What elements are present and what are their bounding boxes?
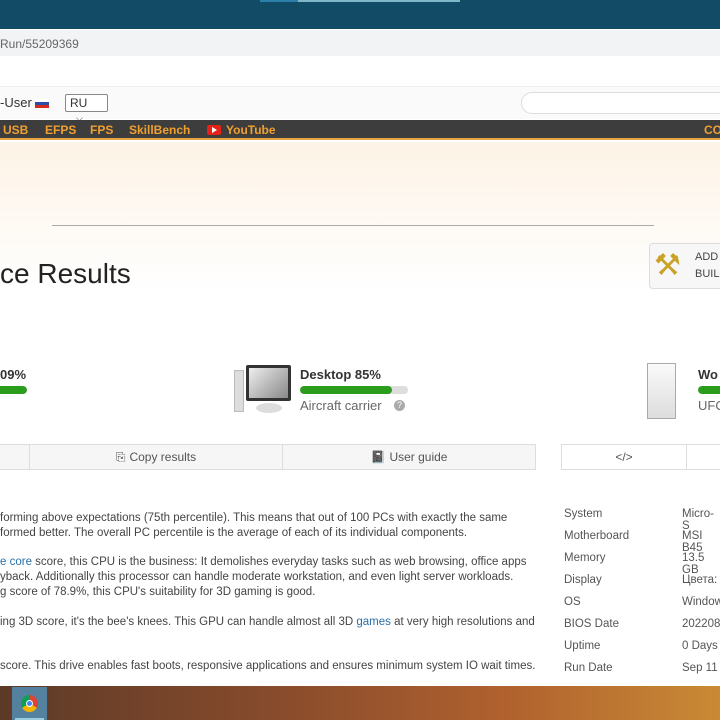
browser-tab-active-indicator bbox=[260, 0, 298, 2]
spec-value: Цвета: bbox=[682, 574, 718, 586]
youtube-label: YouTube bbox=[226, 123, 276, 137]
spec-value: MSI B45 bbox=[682, 530, 703, 554]
spec-key: Run Date bbox=[564, 662, 613, 674]
score-sub: Aircraft carrier bbox=[300, 398, 382, 413]
spec-value: Micro-S bbox=[682, 508, 714, 532]
core-link[interactable]: e core bbox=[0, 556, 32, 568]
spec-value: 13.5 GB bbox=[682, 552, 705, 576]
nav-fps[interactable]: FPS bbox=[90, 123, 113, 137]
youtube-icon bbox=[207, 125, 221, 135]
text-line: formed better. The overall PC percentile… bbox=[0, 527, 468, 539]
tab-button[interactable] bbox=[686, 444, 720, 470]
spec-key: OS bbox=[564, 596, 581, 608]
text-line: forming above expectations (75th percent… bbox=[0, 512, 508, 524]
tools-icon: ⚒ bbox=[654, 249, 681, 282]
nav-efps[interactable]: EFPS bbox=[45, 123, 76, 137]
nav-youtube[interactable]: YouTube bbox=[207, 123, 276, 137]
text-line: at very high resolutions and bbox=[390, 616, 535, 628]
copy-icon: ⎘ bbox=[115, 449, 126, 464]
browser-tab-strip bbox=[0, 0, 720, 29]
spec-key: Display bbox=[564, 574, 602, 586]
address-bar[interactable]: Run/55209369 bbox=[0, 30, 720, 56]
text-line: ing 3D score, it's the bee's knees. This… bbox=[0, 616, 357, 628]
add-build-button[interactable]: ⚒ ADD BUIL bbox=[649, 243, 720, 289]
language-select[interactable]: RU ⌵ bbox=[65, 94, 108, 123]
help-icon[interactable]: ? bbox=[394, 400, 405, 411]
chrome-taskbar-button[interactable] bbox=[12, 687, 47, 720]
summary-paragraph: forming above expectations (75th percent… bbox=[0, 511, 540, 541]
share-button[interactable] bbox=[0, 444, 30, 470]
spec-value: 0 Days bbox=[682, 640, 718, 652]
tower-pc-icon bbox=[647, 363, 676, 419]
user-text: -User bbox=[0, 95, 32, 110]
drive-paragraph: score. This drive enables fast boots, re… bbox=[0, 660, 536, 672]
page-title: ce Results bbox=[0, 258, 131, 289]
main-nav: USB EFPS FPS SkillBench YouTube CO bbox=[0, 120, 720, 140]
desktop-icon bbox=[234, 365, 294, 415]
spec-value: Window bbox=[682, 596, 720, 608]
score-bar bbox=[0, 386, 27, 394]
url-text: Run/55209369 bbox=[0, 37, 79, 51]
divider bbox=[52, 225, 654, 226]
nav-right-item[interactable]: CO bbox=[704, 123, 720, 137]
add-build-line2: BUIL bbox=[695, 268, 720, 280]
taskbar bbox=[0, 686, 720, 720]
book-icon: 📓 bbox=[370, 450, 386, 464]
text-line: g score of 78.9%, this CPU's suitability… bbox=[0, 586, 316, 598]
cpu-paragraph: e core score, this CPU is the business: … bbox=[0, 555, 540, 600]
spec-key: BIOS Date bbox=[564, 618, 619, 630]
search-input[interactable] bbox=[521, 92, 720, 114]
nav-skillbench[interactable]: SkillBench bbox=[129, 123, 190, 137]
spec-value: 2022080 bbox=[682, 618, 720, 630]
text-line: yback. Additionally this processor can h… bbox=[0, 571, 514, 583]
guide-label: User guide bbox=[389, 450, 448, 464]
score-sub: UFO bbox=[698, 398, 720, 413]
text-line: score, this CPU is the business: It demo… bbox=[31, 556, 527, 568]
chrome-icon bbox=[21, 695, 38, 712]
embed-icon: </> bbox=[615, 450, 633, 464]
score-bar bbox=[300, 386, 408, 394]
nav-usb[interactable]: USB bbox=[3, 123, 28, 137]
score-label: 09% bbox=[0, 367, 27, 382]
copy-results-button[interactable]: ⎘ Copy results bbox=[29, 444, 283, 470]
score-label: Desktop 85% bbox=[300, 367, 381, 382]
gpu-paragraph: ing 3D score, it's the bee's knees. This… bbox=[0, 615, 540, 630]
spec-value: Sep 11 bbox=[682, 662, 718, 674]
spec-key: Uptime bbox=[564, 640, 601, 652]
russia-flag-icon bbox=[35, 99, 50, 109]
copy-label: Copy results bbox=[129, 450, 197, 464]
score-label: Wo bbox=[698, 367, 718, 382]
user-label: -User bbox=[0, 95, 50, 110]
user-guide-button[interactable]: 📓 User guide bbox=[282, 444, 536, 470]
games-link[interactable]: games bbox=[356, 616, 391, 628]
embed-button[interactable]: </> bbox=[561, 444, 687, 470]
spec-key: System bbox=[564, 508, 603, 520]
language-value: RU bbox=[70, 96, 88, 110]
add-build-line1: ADD bbox=[695, 251, 719, 263]
score-bar bbox=[698, 386, 720, 394]
spec-key: Motherboard bbox=[564, 530, 630, 542]
spec-key: Memory bbox=[564, 552, 606, 564]
